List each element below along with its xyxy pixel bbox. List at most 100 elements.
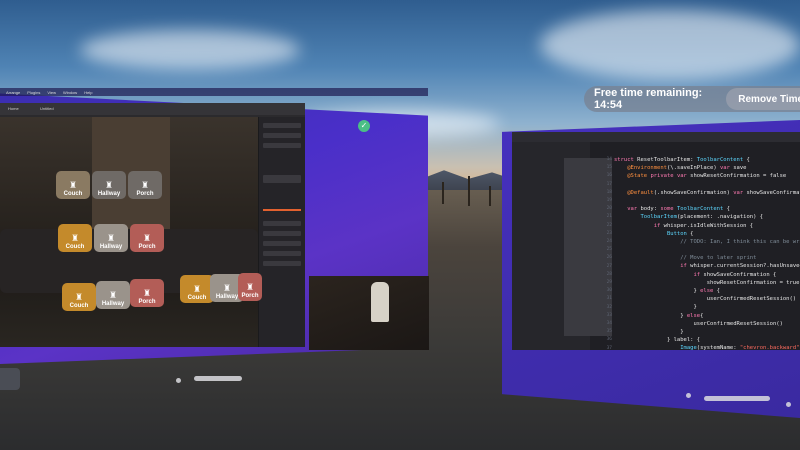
tile-porch[interactable]: ♜ Porch [130,279,164,307]
code-line[interactable]: } [614,328,800,336]
inspector-field[interactable] [263,123,301,128]
lamp-icon: ♜ [245,282,255,292]
code-line[interactable]: struct ResetToolbarItem: ToolbarContent … [614,156,800,164]
side-panel-tab[interactable] [0,368,20,390]
tile-label: Hallway [101,301,125,307]
lamp-icon: ♜ [74,292,84,302]
inspector-field[interactable] [263,231,301,236]
code-line[interactable]: userConfirmedResetSession() [614,295,800,303]
menu-item[interactable]: Help [84,90,92,95]
code-line[interactable]: @State private var showResetConfirmation… [614,172,800,180]
line-number: 27 [606,263,612,269]
inspector-field[interactable] [263,241,301,246]
tile-label: Porch [138,244,156,250]
line-number: 18 [606,189,612,195]
remove-time-limit-button[interactable]: Remove Time L [726,88,800,110]
code-line[interactable]: @Default(.showSaveConfirmation) var show… [614,189,800,197]
lamp-icon: ♜ [142,288,152,298]
lamp-icon: ♜ [140,180,150,190]
tile-couch[interactable]: ♜ Couch [58,224,92,252]
code-line[interactable] [614,181,800,189]
inspector-field[interactable] [263,133,301,138]
tile-label: Couch [63,191,83,197]
code-line[interactable]: } label: { [614,336,800,344]
document-title: Untitled [40,106,54,111]
code-line[interactable]: showResetConfirmation = true [614,279,800,287]
code-line[interactable]: if whisper.isIdleWithSession { [614,222,800,230]
menu-item[interactable]: Arrange [6,90,20,95]
code-line[interactable]: @Environment(\.saveInPlace) var save [614,164,800,172]
inspector-field[interactable] [263,251,301,256]
checkmark-icon[interactable]: ✓ [358,120,370,132]
lamp-icon: ♜ [70,233,80,243]
line-number: 30 [606,288,612,294]
xcode-toolbar [512,132,800,142]
window-grab-handle[interactable] [704,396,770,401]
free-time-banner: Free time remaining: 14:54 Remove Time L [584,86,800,112]
menu-item[interactable]: Plugins [27,90,40,95]
line-number: 17 [606,181,612,187]
code-line[interactable]: } else{ [614,312,800,320]
window-dot[interactable] [176,378,181,383]
code-line[interactable]: } else { [614,287,800,295]
code-line[interactable]: if showSaveConfirmation { [614,271,800,279]
xcode-window[interactable]: 14 15 16 17 18 19 20 21 22 23 24 25 26 27 28 29 30 31 32 33… [512,132,800,351]
line-number: 35 [606,329,612,335]
tile-label: Couch [65,244,85,250]
tile-couch[interactable]: ♜ Couch [180,275,214,303]
code-line[interactable]: if whisper.currentSession?.hasUnsavedCh [614,262,800,270]
code-line[interactable]: userConfirmedResetSession() [614,320,800,328]
tile-couch[interactable]: ♜ Couch [56,171,90,199]
code-line[interactable]: var body: some ToolbarContent { [614,205,800,213]
menu-item[interactable]: View [47,90,56,95]
canvas-living-room-photo[interactable] [0,117,258,347]
code-editor[interactable]: struct ResetToolbarItem: ToolbarContent … [614,156,800,350]
tile-porch[interactable]: ♜ Porch [130,224,164,252]
line-number-gutter: 14 15 16 17 18 19 20 21 22 23 24 25 26 27 28 29 30 31 32 33… [600,156,612,351]
tile-hallway[interactable]: ♜ Hallway [96,281,130,309]
line-number: 21 [606,214,612,220]
cloud [540,10,800,80]
inspector-field[interactable] [263,221,301,226]
line-number: 24 [606,239,612,245]
inspector-swatch[interactable] [263,175,301,183]
tile-hallway[interactable]: ♜ Hallway [92,171,126,199]
code-line[interactable]: // TODO: Ian, I think this can be writ [614,238,800,246]
menu-item[interactable]: Window [63,90,77,95]
lamp-icon: ♜ [142,233,152,243]
tile-porch[interactable]: ♜ Porch [238,273,262,301]
video-thumbnail[interactable] [309,276,429,350]
code-line[interactable]: Image(systemName: "chevron.backward") [614,344,800,350]
lamp-icon: ♜ [222,283,232,293]
code-line[interactable] [614,197,800,205]
tile-hallway[interactable]: ♜ Hallway [94,224,128,252]
tile-label: Couch [69,303,89,309]
line-number: 29 [606,280,612,286]
lamp-icon: ♜ [68,180,78,190]
tile-label: Hallway [97,191,121,197]
tile-couch[interactable]: ♜ Couch [62,283,96,311]
lamp-icon: ♜ [104,180,114,190]
line-number: 33 [606,312,612,318]
line-number: 28 [606,271,612,277]
code-line[interactable] [614,246,800,254]
line-number: 20 [606,206,612,212]
window-grab-handle[interactable] [194,376,242,381]
code-line[interactable]: ToolbarItem(placement: .navigation) { [614,213,800,221]
window-dot[interactable] [786,402,791,407]
cloud [80,30,300,70]
line-number: 14 [606,157,612,162]
code-line[interactable]: Button { [614,230,800,238]
inspector-panel[interactable] [258,117,305,347]
code-line[interactable]: // Move to later sprint [614,254,800,262]
code-line[interactable]: } [614,303,800,311]
tile-porch[interactable]: ♜ Porch [128,171,162,199]
lamp-icon: ♜ [108,290,118,300]
window-dot[interactable] [686,393,691,398]
tab-home[interactable]: Home [8,106,19,111]
inspector-field[interactable] [263,261,301,266]
inspector-slider[interactable] [263,209,301,211]
line-number: 23 [606,230,612,236]
inspector-field[interactable] [263,143,301,148]
lamp-icon: ♜ [106,233,116,243]
